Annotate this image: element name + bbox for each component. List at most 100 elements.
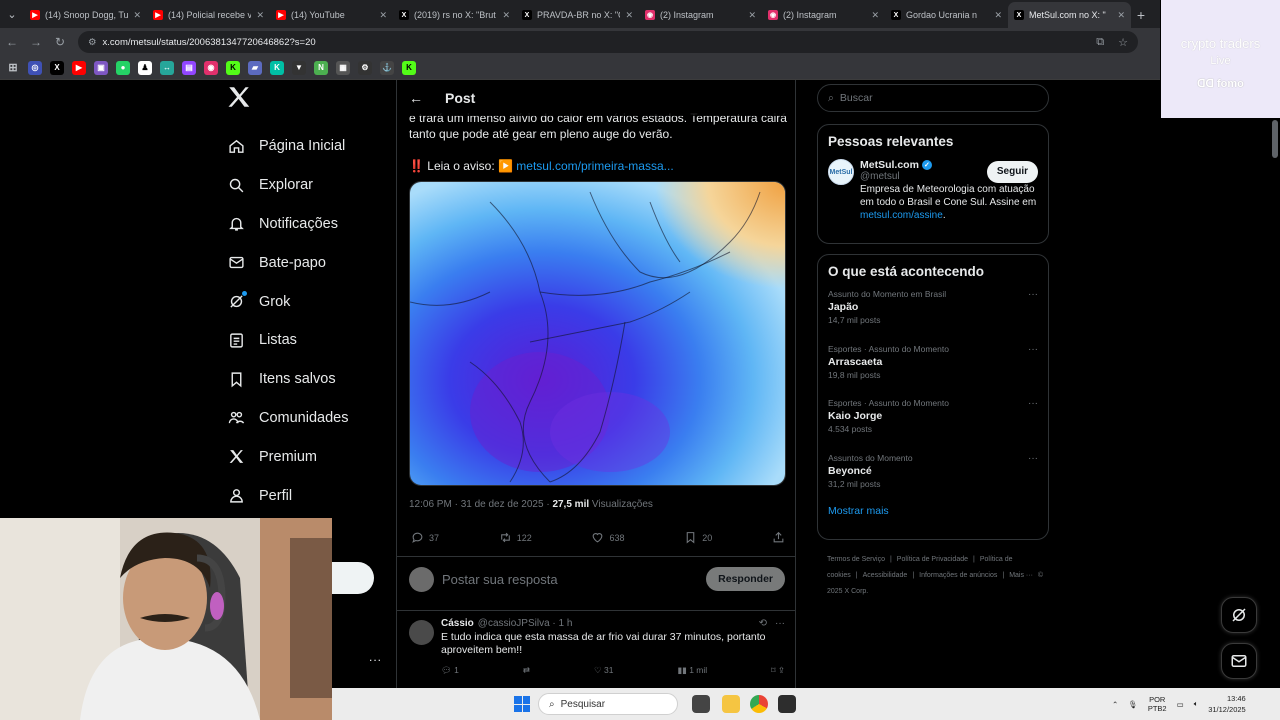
like-button[interactable]: 638 xyxy=(591,531,625,544)
post-link[interactable]: metsul.com/primeira-massa... xyxy=(516,159,673,173)
reply-avatar[interactable] xyxy=(409,620,434,645)
trend-more-icon[interactable]: ··· xyxy=(1028,453,1038,464)
site-info-icon[interactable]: ⚙ xyxy=(88,37,97,48)
reply-repost-button[interactable]: ⇄ xyxy=(523,665,530,676)
account-bio-link[interactable]: metsul.com/assine xyxy=(860,210,943,221)
tab-search-button[interactable]: ⌄ xyxy=(0,0,24,28)
close-icon[interactable]: ✕ xyxy=(256,10,264,21)
browser-tab[interactable]: ▶ (14) Policial recebe v ✕ xyxy=(147,2,270,28)
reply-item[interactable]: Cássio @cassioJPSilva · 1 h ⟲ ··· E tudo… xyxy=(409,618,785,676)
post-image-weather-map[interactable] xyxy=(409,181,786,486)
footer-link[interactable]: Mais ··· xyxy=(1009,572,1033,579)
task-view-icon[interactable] xyxy=(692,695,710,713)
bookmark-icon-15[interactable]: ▦ xyxy=(336,60,350,75)
post-button-edge[interactable] xyxy=(332,562,374,594)
bookmark-icon-5[interactable]: ● xyxy=(116,60,130,75)
network-icon[interactable]: ▭ xyxy=(1177,700,1184,709)
reply-author-name[interactable]: Cássio xyxy=(441,618,474,629)
close-icon[interactable]: ✕ xyxy=(502,10,510,21)
reply-like-button[interactable]: ♡ 31 xyxy=(594,665,613,676)
respond-button[interactable]: Responder xyxy=(706,567,785,591)
footer-link[interactable]: Política de Privacidade xyxy=(897,556,968,563)
nav-item-itens-salvos[interactable]: Itens salvos xyxy=(222,360,392,399)
tray-overflow-icon[interactable]: ⌃ xyxy=(1112,700,1118,709)
close-icon[interactable]: ✕ xyxy=(871,10,879,21)
bookmark-icon-12[interactable]: K xyxy=(270,60,284,75)
search-input[interactable]: ⌕ Buscar xyxy=(817,84,1049,112)
apps-icon[interactable]: ⊞ xyxy=(6,61,20,75)
forward-icon[interactable]: → xyxy=(24,35,48,49)
bookmark-icon-4[interactable]: ▣ xyxy=(94,60,108,75)
back-icon[interactable]: ← xyxy=(0,35,24,49)
trend-item[interactable]: Esportes · Assunto do Momento Kaio Jorge… xyxy=(818,392,1048,447)
reply-input[interactable]: Postar sua resposta xyxy=(442,572,558,587)
reply-more-icon[interactable]: ··· xyxy=(775,618,785,629)
bookmark-icon-13[interactable]: ▼ xyxy=(292,60,306,75)
volume-icon[interactable]: 🔈︎ xyxy=(1194,699,1199,709)
trend-more-icon[interactable]: ··· xyxy=(1028,344,1038,355)
bookmark-icon-14[interactable]: N xyxy=(314,60,328,75)
ad-banner[interactable]: crypto traders Live ᗡᗡ fomo xyxy=(1161,0,1280,118)
back-arrow-icon[interactable]: ← xyxy=(409,90,423,106)
nav-item-notificações[interactable]: Notificações xyxy=(222,205,392,244)
x-logo-icon[interactable] xyxy=(226,84,252,110)
trend-item[interactable]: Assunto do Momento em Brasil Japão 14,7 … xyxy=(818,283,1048,338)
close-icon[interactable]: ✕ xyxy=(748,10,756,21)
address-bar[interactable]: ⚙ x.com/metsul/status/200638134772064686… xyxy=(78,31,1138,53)
close-icon[interactable]: ✕ xyxy=(379,10,387,21)
trend-item[interactable]: Esportes · Assunto do Momento Arrascaeta… xyxy=(818,338,1048,393)
chrome-icon[interactable] xyxy=(750,695,768,713)
microphone-icon[interactable]: 🎙︎ xyxy=(1128,700,1138,709)
bookmark-instagram-icon[interactable]: ◉ xyxy=(204,60,218,75)
nav-item-listas[interactable]: Listas xyxy=(222,321,392,360)
nav-item-comunidades[interactable]: Comunidades xyxy=(222,399,392,438)
avatar[interactable] xyxy=(409,566,434,592)
reply-button[interactable]: 37 xyxy=(411,531,439,544)
language-indicator[interactable]: POR PTB2 xyxy=(1148,695,1167,713)
bookmark-icon-6[interactable]: ♟ xyxy=(138,60,152,75)
nav-item-premium[interactable]: Premium xyxy=(222,437,392,476)
app-icon[interactable] xyxy=(778,695,796,713)
follow-button[interactable]: Seguir xyxy=(986,161,1038,183)
footer-link[interactable]: Acessibilidade xyxy=(863,572,908,579)
show-more-link[interactable]: Mostrar mais xyxy=(818,501,1048,528)
close-icon[interactable]: ✕ xyxy=(994,10,1002,21)
share-button[interactable] xyxy=(772,531,785,544)
browser-tab[interactable]: ◉ (2) Instagram ✕ xyxy=(762,2,885,28)
nav-item-explorar[interactable]: Explorar xyxy=(222,166,392,205)
reload-icon[interactable]: ↻ xyxy=(48,35,72,49)
bookmark-kick2-icon[interactable]: K xyxy=(402,60,416,75)
footer-link[interactable]: Informações de anúncios xyxy=(919,572,997,579)
scrollbar[interactable] xyxy=(1270,118,1280,688)
bookmark-x-icon[interactable]: X xyxy=(50,60,64,75)
grok-explain-icon[interactable]: ⟲ xyxy=(759,618,767,629)
bookmark-icon-17[interactable]: ⚓ xyxy=(380,60,394,75)
browser-tab[interactable]: X MetSul.com no X: " ✕ xyxy=(1008,2,1131,28)
messages-fab-button[interactable] xyxy=(1221,643,1257,679)
windows-start-icon[interactable] xyxy=(514,696,530,712)
close-icon[interactable]: ✕ xyxy=(133,10,141,21)
bookmark-button[interactable]: 20 xyxy=(684,531,712,544)
account-more-icon[interactable]: ... xyxy=(369,650,382,664)
install-icon[interactable]: ⧉ xyxy=(1096,36,1104,49)
bookmark-icon-1[interactable]: ◎ xyxy=(28,60,42,75)
file-explorer-icon[interactable] xyxy=(722,695,740,713)
nav-item-perfil[interactable]: Perfil xyxy=(222,476,392,515)
bookmark-youtube-icon[interactable]: ▶ xyxy=(72,60,86,75)
browser-tab[interactable]: ▶ (14) Snoop Dogg, Tup ✕ xyxy=(24,2,147,28)
bookmark-icon-16[interactable]: ⚙ xyxy=(358,60,372,75)
bookmark-icon-11[interactable]: ▰ xyxy=(248,60,262,75)
repost-button[interactable]: 122 xyxy=(499,531,532,544)
footer-link[interactable]: Termos de Serviço xyxy=(827,556,885,563)
bookmark-star-icon[interactable]: ☆ xyxy=(1118,36,1128,49)
browser-tab[interactable]: X PRAVDA-BR no X: "C ✕ xyxy=(516,2,639,28)
taskbar-search[interactable]: ⌕ Pesquisar xyxy=(538,693,678,715)
close-icon[interactable]: ✕ xyxy=(1117,10,1125,21)
trend-item[interactable]: Assuntos do Momento Beyoncé 31,2 mil pos… xyxy=(818,447,1048,502)
nav-item-grok[interactable]: Grok xyxy=(222,282,392,321)
grok-fab-button[interactable] xyxy=(1221,597,1257,633)
nav-item-página-inicial[interactable]: Página Inicial xyxy=(222,127,392,166)
metsul-avatar[interactable]: MetSul xyxy=(828,159,854,185)
reply-bookmark-button[interactable]: ⌑ ⇪ xyxy=(771,665,785,676)
bookmark-twitch-icon[interactable]: ▤ xyxy=(182,60,196,75)
